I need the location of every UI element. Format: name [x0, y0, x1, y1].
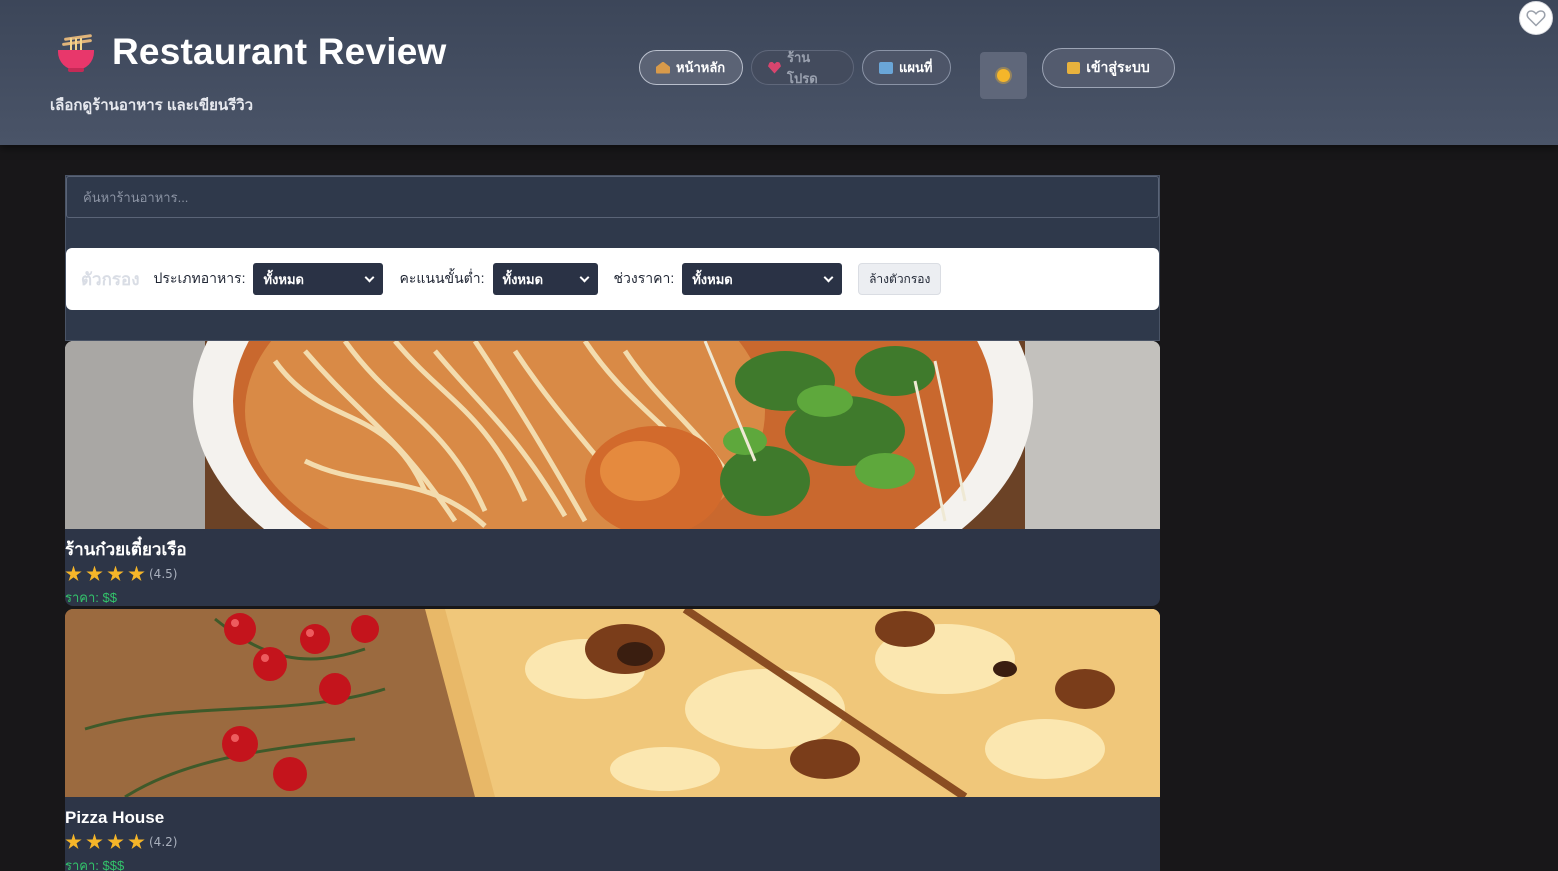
restaurant-card[interactable]: Pizza House (4.2) ราคา: $$$	[65, 609, 1160, 871]
restaurant-image	[65, 341, 1160, 529]
app-subtitle: เลือกดูร้านอาหาร และเขียนรีวิว	[50, 97, 254, 114]
star-icon	[128, 833, 145, 849]
app-title: Restaurant Review	[112, 31, 447, 72]
nav-home-button[interactable]: หน้าหลัก	[639, 50, 743, 85]
rating-value: (4.2)	[149, 835, 178, 849]
filters-heading: ตัวกรอง	[81, 269, 140, 289]
login-label: เข้าสู่ระบบ	[1086, 59, 1150, 75]
lock-icon	[1067, 62, 1081, 74]
filter-bar: ตัวกรอง ประเภทอาหาร: ทั้งหมด คะแนนขั้นต่…	[66, 248, 1159, 310]
min-rating-label: คะแนนขั้นต่ำ:	[399, 270, 485, 286]
clear-filters-button[interactable]: ล้างตัวกรอง	[858, 263, 942, 295]
star-icon	[65, 565, 82, 581]
restaurant-rating: (4.5)	[65, 565, 1160, 583]
food-type-value: ทั้งหมด	[263, 271, 304, 287]
food-type-label: ประเภทอาหาร:	[153, 270, 246, 286]
price-range-label: ช่วงราคา:	[613, 270, 675, 286]
star-icon	[128, 565, 145, 581]
star-icon	[86, 833, 103, 849]
house-icon	[656, 61, 670, 74]
price-range-value: ทั้งหมด	[692, 271, 733, 287]
price-range-select[interactable]: ทั้งหมด	[682, 263, 843, 295]
noodle-bowl-icon	[56, 30, 96, 74]
restaurant-rating: (4.2)	[65, 833, 1160, 851]
search-filter-panel: ตัวกรอง ประเภทอาหาร: ทั้งหมด คะแนนขั้นต่…	[65, 175, 1160, 341]
search-input[interactable]	[66, 176, 1159, 218]
favorite-fab-button[interactable]	[1519, 1, 1553, 35]
nav-favorites-button[interactable]: ร้านโปรด	[751, 50, 854, 86]
star-icon	[107, 833, 124, 849]
price-level: ราคา: $$	[65, 590, 117, 605]
price-level: ราคา: $$$	[65, 858, 125, 871]
heart-icon	[768, 61, 781, 74]
restaurant-name[interactable]: Pizza House	[65, 807, 1160, 829]
star-icon	[107, 565, 124, 581]
star-icon	[86, 565, 103, 581]
restaurant-name[interactable]: ร้านก๋วยเตี๋ยวเรือ	[65, 539, 1160, 561]
nav-map-button[interactable]: แผนที่	[862, 50, 951, 85]
star-icon	[65, 833, 82, 849]
chevron-down-icon	[823, 272, 834, 282]
chevron-down-icon	[365, 272, 375, 282]
sun-icon	[997, 69, 1010, 82]
restaurant-card[interactable]: ร้านก๋วยเตี๋ยวเรือ (4.5) ราคา: $$	[65, 341, 1160, 606]
min-rating-select[interactable]: ทั้งหมด	[492, 263, 598, 295]
chevron-down-icon	[579, 272, 589, 282]
min-rating-value: ทั้งหมด	[502, 271, 544, 287]
nav-home-label: หน้าหลัก	[676, 60, 726, 75]
main-nav: หน้าหลัก ร้านโปรด แผนที่	[639, 50, 951, 86]
nav-map-label: แผนที่	[899, 60, 933, 75]
theme-toggle-button[interactable]	[980, 52, 1027, 99]
app-header: Restaurant Review เลือกดูร้านอาหาร และเข…	[0, 0, 1558, 145]
map-icon	[879, 61, 893, 74]
heart-outline-icon	[1526, 10, 1546, 27]
restaurant-image	[65, 609, 1160, 797]
food-type-select[interactable]: ทั้งหมด	[253, 263, 384, 295]
nav-favorites-label: ร้านโปรด	[787, 49, 818, 86]
rating-value: (4.5)	[149, 567, 178, 581]
login-button[interactable]: เข้าสู่ระบบ	[1042, 48, 1175, 88]
brand[interactable]: Restaurant Review	[56, 30, 446, 74]
